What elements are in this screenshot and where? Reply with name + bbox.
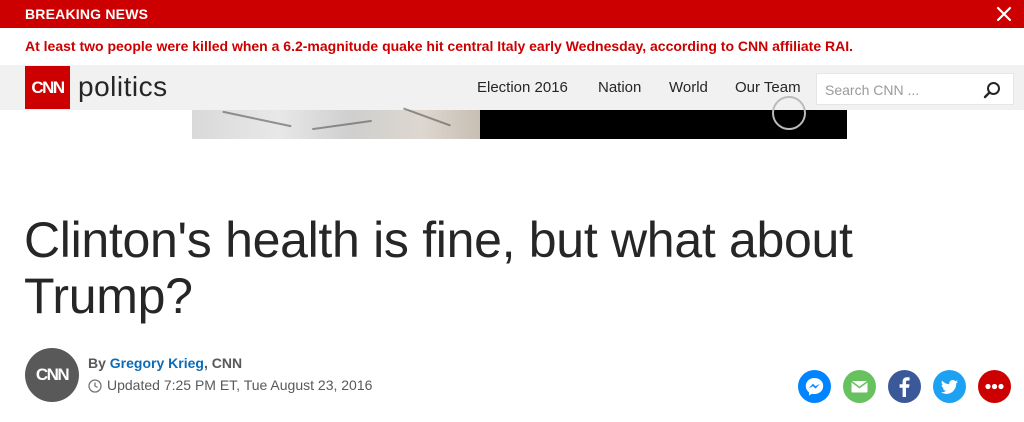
byline-source: , CNN (203, 355, 243, 371)
author-link[interactable]: Gregory Krieg (110, 355, 204, 371)
share-messenger-button[interactable] (798, 370, 831, 403)
section-title[interactable]: politics (78, 71, 168, 103)
share-more-button[interactable] (978, 370, 1011, 403)
byline-prefix: By (88, 355, 110, 371)
byline: By Gregory Krieg, CNN (88, 355, 242, 371)
nav-link-our-team[interactable]: Our Team (735, 79, 801, 96)
search-icon[interactable] (983, 81, 1001, 99)
share-twitter-button[interactable] (933, 370, 966, 403)
facebook-icon (899, 377, 910, 397)
avatar-logo-text: CNN (35, 365, 70, 384)
share-facebook-button[interactable] (888, 370, 921, 403)
author-avatar: CNN (25, 348, 79, 402)
messenger-icon (805, 378, 824, 396)
play-button-icon[interactable] (772, 96, 806, 130)
share-email-button[interactable] (843, 370, 876, 403)
updated-text: Updated 7:25 PM ET, Tue August 23, 2016 (107, 377, 373, 393)
article-headline: Clinton's health is fine, but what about… (24, 212, 853, 324)
more-icon (985, 383, 1004, 390)
video-thumbnail (192, 107, 480, 139)
top-nav: CNN politics Election 2016 Nation World … (0, 65, 1024, 110)
twitter-icon (941, 380, 958, 394)
breaking-news-label: BREAKING NEWS (25, 6, 149, 22)
search-box (816, 73, 1014, 105)
nav-link-election-2016[interactable]: Election 2016 (477, 79, 568, 96)
cnn-logo-text: CNN (31, 77, 65, 97)
search-input[interactable] (825, 80, 985, 100)
clock-icon (88, 379, 102, 393)
video-player-strip[interactable] (192, 96, 847, 139)
email-icon (851, 380, 868, 393)
nav-link-world[interactable]: World (669, 79, 708, 96)
cnn-logo[interactable]: CNN (25, 66, 70, 109)
breaking-news-message[interactable]: At least two people were killed when a 6… (25, 38, 853, 54)
nav-link-nation[interactable]: Nation (598, 79, 641, 96)
breaking-news-message-bar[interactable]: At least two people were killed when a 6… (0, 28, 1024, 65)
breaking-news-bar: BREAKING NEWS (0, 0, 1024, 28)
updated-timestamp: Updated 7:25 PM ET, Tue August 23, 2016 (88, 377, 372, 393)
close-icon[interactable] (994, 4, 1014, 24)
